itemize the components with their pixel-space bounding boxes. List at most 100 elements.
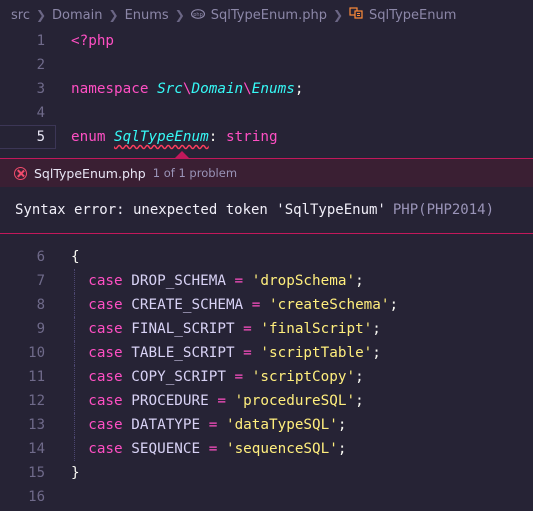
breadcrumb: src ❯ Domain ❯ Enums ❯ php SqlTypeEnum.p… bbox=[0, 0, 533, 30]
code-token: ; bbox=[355, 393, 364, 409]
code-text[interactable]: case DROP_SCHEMA = 'dropSchema'; bbox=[71, 269, 364, 293]
code-token: ; bbox=[372, 321, 381, 337]
code-text[interactable]: namespace Src\Domain\Enums; bbox=[71, 77, 303, 101]
breadcrumb-item-domain[interactable]: Domain bbox=[52, 8, 102, 23]
code-token: ; bbox=[389, 297, 399, 313]
code-token: DROP_SCHEMA bbox=[131, 273, 226, 289]
problem-count: 1 of 1 problem bbox=[152, 166, 238, 180]
code-line[interactable]: 12 case PROCEDURE = 'procedureSQL'; bbox=[0, 389, 533, 413]
line-number: 16 bbox=[28, 489, 45, 505]
code-token: Domain bbox=[191, 81, 244, 97]
code-line[interactable]: 13 case DATATYPE = 'dataTypeSQL'; bbox=[0, 413, 533, 437]
code-text[interactable]: case FINAL_SCRIPT = 'finalScript'; bbox=[71, 317, 381, 341]
chevron-right-icon: ❯ bbox=[332, 8, 344, 22]
code-line[interactable]: 15} bbox=[0, 461, 533, 485]
code-token: Src bbox=[157, 81, 183, 97]
line-number: 2 bbox=[36, 57, 45, 73]
code-token: 'sequenceSQL' bbox=[225, 441, 338, 457]
problem-peek-header: SqlTypeEnum.php 1 of 1 problem bbox=[0, 158, 533, 187]
code-token: ; bbox=[372, 345, 381, 361]
code-token: case bbox=[71, 369, 132, 385]
code-token: COPY_SCRIPT bbox=[131, 369, 226, 385]
code-line[interactable]: 5 enum SqlTypeEnum: string bbox=[0, 125, 533, 149]
code-token: PROCEDURE bbox=[131, 393, 209, 409]
code-token: case bbox=[71, 345, 132, 361]
code-text[interactable]: case TABLE_SCRIPT = 'scriptTable'; bbox=[71, 341, 381, 365]
code-editor-top[interactable]: 1 <?php 2 3 namespace Src\Domain\Enums; 4 5 enu… bbox=[0, 29, 533, 149]
line-number: 7 bbox=[36, 273, 45, 289]
code-token: DATATYPE bbox=[131, 417, 201, 433]
line-number: 5 bbox=[36, 129, 45, 145]
problem-file[interactable]: SqlTypeEnum.php bbox=[34, 166, 146, 181]
svg-text:php: php bbox=[193, 12, 203, 18]
code-token: TABLE_SCRIPT bbox=[131, 345, 235, 361]
enum-symbol-icon bbox=[349, 7, 363, 23]
code-line[interactable]: 16 bbox=[0, 485, 533, 509]
code-text[interactable]: enum SqlTypeEnum: string bbox=[71, 125, 278, 149]
code-token: 'dataTypeSQL' bbox=[225, 417, 338, 433]
code-token: case bbox=[71, 393, 132, 409]
code-token: 'scriptCopy' bbox=[251, 369, 356, 385]
code-token: string bbox=[217, 129, 278, 145]
code-token: case bbox=[71, 441, 132, 457]
code-token: enum bbox=[71, 129, 115, 145]
code-text[interactable]: { bbox=[71, 245, 80, 269]
code-token: <?php bbox=[71, 33, 115, 49]
chevron-right-icon: ❯ bbox=[174, 8, 185, 22]
code-token: { bbox=[71, 249, 80, 265]
code-token: 'procedureSQL' bbox=[234, 393, 356, 409]
code-token: CREATE_SCHEMA bbox=[131, 297, 244, 313]
code-token: = bbox=[243, 297, 269, 313]
code-text[interactable]: case PROCEDURE = 'procedureSQL'; bbox=[71, 389, 364, 413]
line-number: 9 bbox=[36, 321, 45, 337]
code-text[interactable]: case SEQUENCE = 'sequenceSQL'; bbox=[71, 437, 346, 461]
code-token: case bbox=[71, 417, 132, 433]
line-number: 10 bbox=[28, 345, 45, 361]
code-line[interactable]: 14 case SEQUENCE = 'sequenceSQL'; bbox=[0, 437, 533, 461]
code-line[interactable]: 4 bbox=[0, 101, 533, 125]
code-line[interactable]: 2 bbox=[0, 53, 533, 77]
line-number: 12 bbox=[28, 393, 45, 409]
code-token: ; bbox=[294, 81, 304, 97]
code-token: ; bbox=[355, 369, 364, 385]
breadcrumb-item-src[interactable]: src bbox=[11, 8, 30, 23]
problem-peek: SqlTypeEnum.php 1 of 1 problem Syntax er… bbox=[0, 158, 533, 234]
code-token: \ bbox=[243, 81, 252, 97]
code-token: case bbox=[71, 321, 132, 337]
code-text[interactable]: case CREATE_SCHEMA = 'createSchema'; bbox=[71, 293, 398, 317]
code-token: = bbox=[225, 369, 252, 385]
code-line[interactable]: 11 case COPY_SCRIPT = 'scriptCopy'; bbox=[0, 365, 533, 389]
problem-pointer bbox=[175, 151, 189, 158]
code-line[interactable]: 9 case FINAL_SCRIPT = 'finalScript'; bbox=[0, 317, 533, 341]
line-number: 8 bbox=[36, 297, 45, 313]
code-token: = bbox=[200, 441, 226, 457]
code-line[interactable]: 3 namespace Src\Domain\Enums; bbox=[0, 77, 533, 101]
code-line[interactable]: 7 case DROP_SCHEMA = 'dropSchema'; bbox=[0, 269, 533, 293]
code-editor-bottom[interactable]: 6{7 case DROP_SCHEMA = 'dropSchema'; 8 ca… bbox=[0, 245, 533, 509]
code-text[interactable]: <?php bbox=[71, 29, 114, 53]
code-line[interactable]: 1 <?php bbox=[0, 29, 533, 53]
line-number: 1 bbox=[36, 33, 45, 49]
error-icon bbox=[14, 166, 27, 180]
code-token: ; bbox=[355, 273, 364, 289]
code-token: = bbox=[234, 345, 261, 361]
chevron-right-icon: ❯ bbox=[108, 8, 119, 22]
line-number: 14 bbox=[28, 441, 45, 457]
code-text[interactable]: } bbox=[71, 461, 80, 485]
code-token: ; bbox=[337, 441, 347, 457]
code-token: ; bbox=[337, 417, 347, 433]
problem-source[interactable]: PHP(PHP2014) bbox=[393, 202, 494, 218]
code-line[interactable]: 8 case CREATE_SCHEMA = 'createSchema'; bbox=[0, 293, 533, 317]
code-token: = bbox=[225, 273, 252, 289]
breadcrumb-item-file[interactable]: SqlTypeEnum.php bbox=[211, 8, 327, 23]
code-text[interactable]: case DATATYPE = 'dataTypeSQL'; bbox=[71, 413, 346, 437]
code-token: 'finalScript' bbox=[260, 321, 373, 337]
breadcrumb-item-enums[interactable]: Enums bbox=[125, 8, 169, 23]
code-line[interactable]: 6{ bbox=[0, 245, 533, 269]
code-text[interactable]: case COPY_SCRIPT = 'scriptCopy'; bbox=[71, 365, 364, 389]
code-line[interactable]: 10 case TABLE_SCRIPT = 'scriptTable'; bbox=[0, 341, 533, 365]
line-number: 11 bbox=[28, 369, 45, 385]
code-token: SEQUENCE bbox=[131, 441, 201, 457]
breadcrumb-item-symbol[interactable]: SqlTypeEnum bbox=[369, 8, 456, 23]
code-token: SqlTypeEnum bbox=[114, 129, 209, 145]
